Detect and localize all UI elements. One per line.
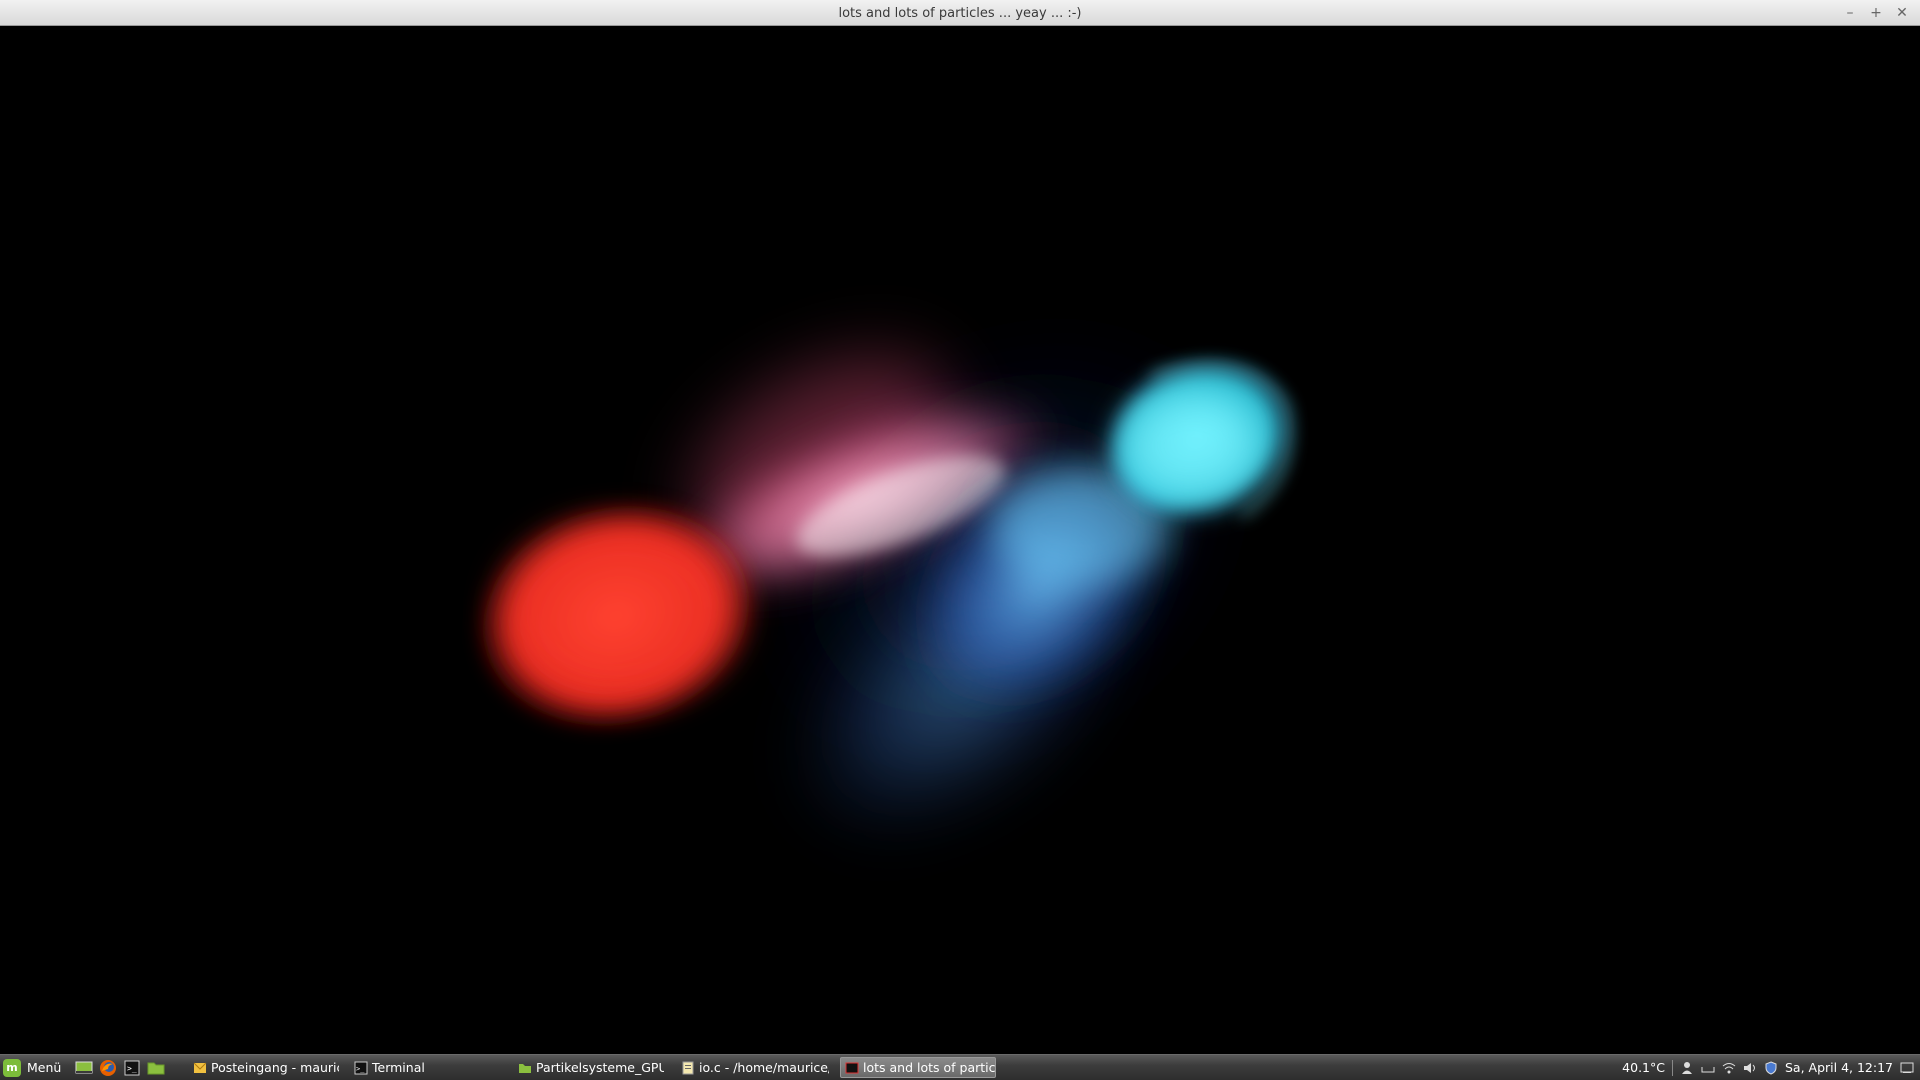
show-desktop-icon[interactable] [74, 1058, 94, 1077]
task-io-c-editor[interactable]: io.c - /home/maurice/... [677, 1057, 829, 1078]
clock[interactable]: Sa, April 4, 12:17 [1785, 1060, 1893, 1075]
app-window-icon [845, 1061, 859, 1075]
firefox-icon[interactable] [98, 1058, 118, 1077]
task-posteingang[interactable]: Posteingang - mauric... [189, 1057, 339, 1078]
folder-icon [518, 1061, 532, 1075]
minimize-button[interactable]: – [1840, 3, 1860, 23]
menu-label: Menü [27, 1060, 62, 1075]
close-button[interactable]: ✕ [1892, 3, 1912, 23]
wifi-icon[interactable] [1722, 1061, 1736, 1075]
start-menu-button[interactable]: m Menü [3, 1057, 67, 1078]
shield-icon[interactable] [1764, 1060, 1778, 1075]
svg-text:>_: >_ [127, 1064, 137, 1073]
window-titlebar[interactable]: lots and lots of particles ... yeay ... … [0, 0, 1920, 26]
task-label: io.c - /home/maurice/... [699, 1060, 829, 1075]
taskbar: m Menü >_ Posteingang - mauric... >_ Ter… [0, 1054, 1920, 1080]
cpu-temperature: 40.1°C [1622, 1060, 1665, 1075]
task-label: lots and lots of particl... [863, 1060, 996, 1075]
mail-icon [193, 1061, 207, 1075]
notification-icon[interactable] [1900, 1061, 1914, 1075]
task-label: Partikelsysteme_GPU [536, 1060, 664, 1075]
keyboard-icon[interactable] [1701, 1061, 1715, 1075]
svg-text:>_: >_ [356, 1065, 365, 1073]
particle-scene [472, 330, 1304, 840]
window-title: lots and lots of particles ... yeay ... … [838, 6, 1082, 21]
task-label: Terminal [372, 1060, 425, 1075]
folder-icon[interactable] [146, 1058, 166, 1077]
terminal-icon[interactable]: >_ [122, 1058, 142, 1077]
system-tray: 40.1°C Sa, April 4, 12:17 [1622, 1057, 1914, 1078]
terminal-icon: >_ [354, 1061, 368, 1075]
task-terminal[interactable]: >_ Terminal [350, 1057, 500, 1078]
particle-render-viewport[interactable] [1, 26, 1919, 1054]
quick-launchers: >_ [74, 1058, 166, 1077]
task-partikelsysteme[interactable]: Partikelsysteme_GPU [514, 1057, 664, 1078]
volume-icon[interactable] [1743, 1061, 1757, 1075]
task-label: Posteingang - mauric... [211, 1060, 339, 1075]
task-particles-app[interactable]: lots and lots of particl... [840, 1057, 996, 1078]
tray-separator [1671, 1059, 1673, 1076]
window-controls: – + ✕ [1840, 0, 1912, 26]
editor-icon [681, 1061, 695, 1075]
maximize-button[interactable]: + [1866, 3, 1886, 23]
mint-logo-icon: m [3, 1058, 21, 1077]
user-icon[interactable] [1680, 1061, 1694, 1075]
